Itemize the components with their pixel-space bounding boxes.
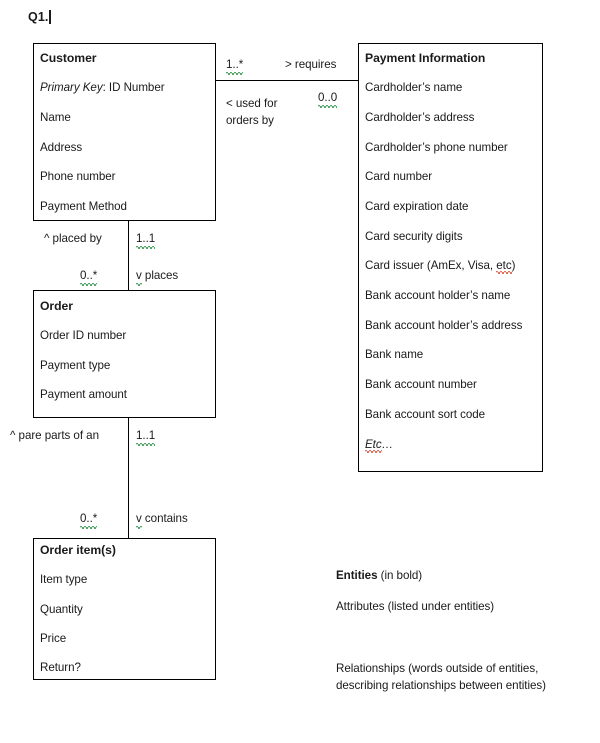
entity-order-items-title: Order item(s) xyxy=(40,543,116,557)
cardinality-order-orderitem-down: 0..* xyxy=(80,511,98,529)
cardinality-value: 1..1 xyxy=(136,232,156,249)
entity-payment-attribute: Bank account number xyxy=(365,378,477,391)
entity-payment-information-title: Payment Information xyxy=(365,51,486,65)
relationship-verb-line1: < used for xyxy=(226,97,278,110)
relationship-verb-line2: orders by xyxy=(226,114,274,127)
entity-customer-attribute: Primary Key: ID Number xyxy=(40,81,165,94)
entity-customer-attribute: Address xyxy=(40,141,83,154)
relationship-verb-contains: v contains xyxy=(136,511,188,529)
text-cursor xyxy=(49,10,51,24)
cardinality-customer-payment-right: 0..0 xyxy=(318,90,338,108)
connector-customer-payment xyxy=(215,80,359,81)
entity-payment-attribute: Card number xyxy=(365,170,433,183)
cardinality-value: 0..0 xyxy=(318,91,338,108)
cardinality-customer-order-down: 0..* xyxy=(80,268,98,286)
entity-order-items-attribute: Price xyxy=(40,632,67,645)
relationship-verb-text: contains xyxy=(141,512,188,525)
entity-payment-attribute: Card issuer (AmEx, Visa, etc) xyxy=(365,259,516,274)
entity-order-items-attribute: Item type xyxy=(40,573,88,586)
legend-entities-term: Entities xyxy=(336,569,378,582)
entity-order-attribute: Payment amount xyxy=(40,388,127,401)
legend-attributes: Attributes (listed under entities) xyxy=(336,600,495,613)
relationship-verb-requires: > requires xyxy=(285,58,337,71)
cardinality-customer-order-up: 1..1 xyxy=(136,231,156,249)
misspelled-word: Etc xyxy=(365,438,382,453)
entity-payment-attribute: Card security digits xyxy=(365,230,463,243)
entity-customer-attribute: Phone number xyxy=(40,170,116,183)
entity-payment-attribute: Cardholder’s name xyxy=(365,81,463,94)
relationship-verb-text: places xyxy=(141,269,179,282)
attribute-text-pre: Card issuer (AmEx, Visa, xyxy=(365,259,497,272)
entity-payment-attribute: Bank account sort code xyxy=(365,408,486,421)
entity-order-attribute: Payment type xyxy=(40,359,111,372)
entity-customer-attribute: Payment Method xyxy=(40,200,127,213)
entity-order-items-attribute: Return? xyxy=(40,661,81,674)
attribute-text-post: ) xyxy=(511,259,516,272)
entity-payment-attribute: Bank name xyxy=(365,348,424,361)
connector-order-orderitem xyxy=(128,417,129,538)
entity-customer-title: Customer xyxy=(40,51,97,65)
cardinality-value: 1..1 xyxy=(136,429,156,446)
cardinality-value: 0..* xyxy=(80,269,98,286)
direction-marker: v xyxy=(136,269,142,286)
entity-order-attribute: Order ID number xyxy=(40,329,127,342)
cardinality-value: 0..* xyxy=(80,512,98,529)
document-canvas: Q1. Customer Primary Key: ID Number Name… xyxy=(0,0,600,743)
entity-order-title: Order xyxy=(40,299,73,313)
entity-payment-attribute: Cardholder’s address xyxy=(365,111,475,124)
connector-customer-order xyxy=(128,221,129,291)
legend-entities: Entities (in bold) xyxy=(336,567,422,584)
entity-customer[interactable] xyxy=(33,43,216,221)
legend-entities-note: (in bold) xyxy=(377,569,423,582)
entity-payment-attribute: Etc… xyxy=(365,438,394,453)
page-title-text: Q1. xyxy=(28,10,49,24)
attribute-primary-key-value: : ID Number xyxy=(102,81,165,94)
entity-order-items-attribute: Quantity xyxy=(40,603,83,616)
attribute-text-post: … xyxy=(381,438,394,451)
entity-payment-attribute: Bank account holder’s name xyxy=(365,289,511,302)
entity-payment-attribute: Cardholder’s phone number xyxy=(365,141,508,154)
cardinality-value: 1..* xyxy=(226,58,244,75)
direction-marker: v xyxy=(136,512,142,529)
legend-relationships: Relationships (words outside of entities… xyxy=(336,662,546,692)
cardinality-order-orderitem-up: 1..1 xyxy=(136,428,156,446)
relationship-verb-pare-parts-of-an: ^ pare parts of an xyxy=(10,429,99,442)
entity-customer-attribute: Name xyxy=(40,111,71,124)
relationship-verb-places: v places xyxy=(136,268,179,286)
entity-payment-attribute: Card expiration date xyxy=(365,200,469,213)
misspelled-word: etc xyxy=(496,259,512,274)
cardinality-customer-payment-left: 1..* xyxy=(226,57,244,75)
entity-payment-attribute: Bank account holder’s address xyxy=(365,319,523,332)
attribute-primary-key-label: Primary Key xyxy=(40,81,103,94)
relationship-verb-used-for-orders-by: < used for orders by xyxy=(226,95,301,129)
page-title: Q1. xyxy=(28,10,51,24)
relationship-verb-placed-by: ^ placed by xyxy=(44,232,102,245)
